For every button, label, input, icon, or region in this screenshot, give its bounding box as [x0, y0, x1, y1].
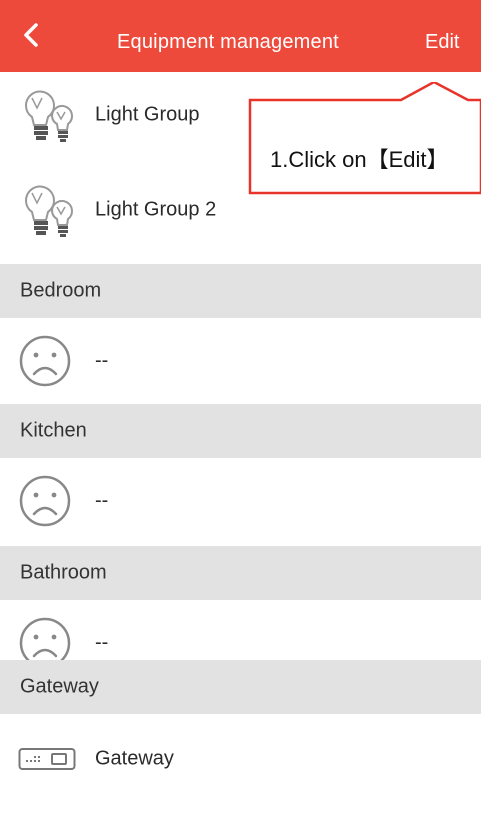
- section-header-kitchen: Kitchen: [0, 404, 481, 458]
- app-header: Equipment management Edit: [0, 0, 481, 72]
- sad-face-icon: [19, 335, 71, 387]
- list-item-label: Light Group 2: [95, 198, 217, 221]
- chevron-left-icon: [24, 23, 38, 47]
- list-item-gateway[interactable]: Gateway: [0, 716, 481, 802]
- tutorial-callout: [248, 82, 481, 195]
- list-item-label: Light Group: [95, 103, 200, 126]
- section-title: Bedroom: [20, 279, 102, 302]
- list-item-bedroom-device[interactable]: --: [0, 318, 481, 404]
- section-header-bathroom: Bathroom: [0, 546, 481, 600]
- section-header-bedroom: Bedroom: [0, 264, 481, 318]
- callout-text: 1.Click on【Edit】: [270, 147, 449, 172]
- light-bulb-icon: [24, 90, 73, 142]
- section-header-gateway: Gateway: [0, 660, 481, 714]
- list-item-label: --: [95, 349, 109, 372]
- section-title: Gateway: [20, 675, 99, 698]
- page-title: Equipment management: [117, 31, 339, 53]
- gateway-device-icon: [18, 748, 76, 770]
- list-item-label: --: [95, 631, 109, 654]
- callout-box: [248, 82, 481, 195]
- list-item-kitchen-device[interactable]: --: [0, 458, 481, 544]
- sad-face-icon: [19, 475, 71, 527]
- list-item-label: --: [95, 489, 109, 512]
- list-item-label: Gateway: [95, 747, 174, 770]
- edit-button[interactable]: Edit: [425, 29, 459, 55]
- light-bulb-icon: [24, 185, 73, 237]
- section-title: Kitchen: [20, 419, 87, 442]
- back-button[interactable]: [14, 18, 48, 52]
- section-title: Bathroom: [20, 561, 107, 584]
- equipment-management-screen: Equipment management Edit Light Group Li…: [0, 0, 481, 821]
